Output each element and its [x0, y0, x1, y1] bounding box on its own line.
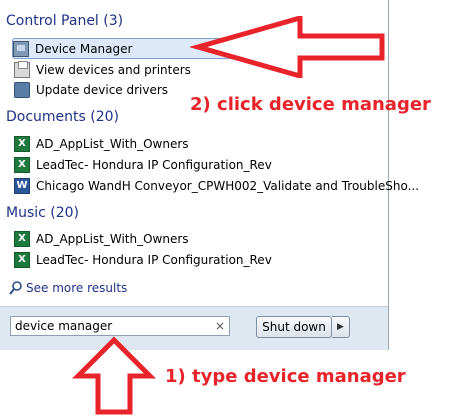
see-more-label: See more results: [26, 281, 128, 295]
result-label: Chicago WandH Conveyor_CPWH002_Validate …: [36, 179, 420, 193]
result-music[interactable]: X LeadTec- Hondura IP Configuration_Rev: [14, 250, 378, 270]
result-music[interactable]: X AD_AppList_With_Owners: [14, 229, 378, 249]
device-manager-icon: [13, 40, 29, 57]
result-label: AD_AppList_With_Owners: [36, 232, 189, 246]
result-document[interactable]: X AD_AppList_With_Owners: [14, 134, 378, 154]
clear-search-icon[interactable]: ×: [215, 319, 225, 333]
printer-icon: [14, 61, 30, 78]
result-document[interactable]: W Chicago WandH Conveyor_CPWH002_Validat…: [14, 176, 419, 196]
search-icon: [8, 280, 24, 296]
excel-icon: X: [14, 157, 30, 173]
group-heading-documents[interactable]: Documents (20): [6, 109, 119, 125]
result-document[interactable]: X LeadTec- Hondura IP Configuration_Rev: [14, 155, 378, 175]
annotation-step-1: 1) type device manager: [165, 366, 406, 387]
word-icon: W: [14, 178, 30, 194]
shutdown-options-button[interactable]: ▶: [332, 316, 350, 338]
group-heading-control-panel[interactable]: Control Panel (3): [6, 13, 123, 29]
result-label: LeadTec- Hondura IP Configuration_Rev: [36, 253, 272, 267]
result-label: Device Manager: [35, 41, 133, 56]
arrow-left-annotation-icon: [190, 16, 385, 78]
excel-icon: X: [14, 231, 30, 247]
search-input[interactable]: device manager ×: [10, 316, 230, 336]
result-label: Update device drivers: [36, 83, 169, 97]
see-more-results-link[interactable]: See more results: [8, 280, 127, 296]
result-label: View devices and printers: [36, 63, 191, 77]
arrow-up-annotation-icon: [72, 336, 156, 415]
excel-icon: X: [14, 252, 30, 268]
search-input-text[interactable]: device manager: [15, 319, 215, 333]
driver-icon: [14, 82, 30, 98]
excel-icon: X: [14, 136, 30, 152]
result-label: AD_AppList_With_Owners: [36, 137, 189, 151]
result-label: LeadTec- Hondura IP Configuration_Rev: [36, 158, 272, 172]
annotation-step-2: 2) click device manager: [190, 94, 431, 115]
shutdown-button[interactable]: Shut down: [256, 316, 332, 338]
group-heading-music[interactable]: Music (20): [6, 205, 79, 221]
